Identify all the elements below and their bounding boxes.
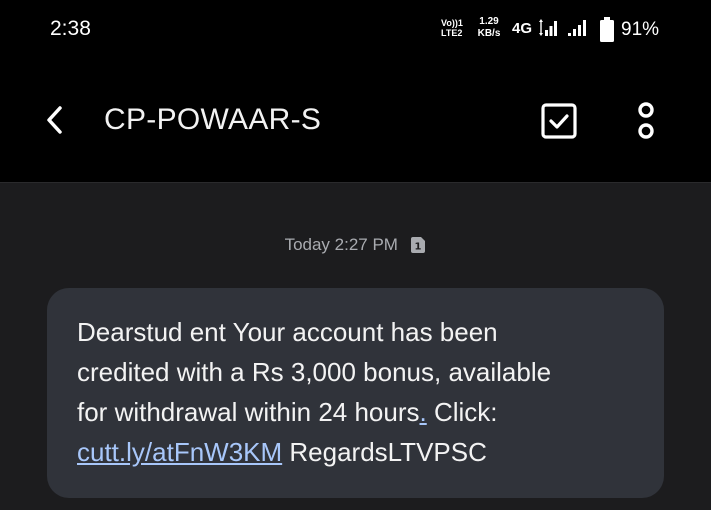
select-messages-button[interactable] (536, 98, 582, 144)
network-speed-value: 1.29 (479, 16, 499, 27)
message-bubble[interactable]: Dearstud ent Your account has been credi… (47, 288, 664, 498)
message-line-3-text: for withdrawal within 24 hours (77, 397, 420, 427)
checkbox-icon (541, 103, 577, 139)
message-line-3-tail: Click: (426, 397, 498, 427)
message-line-4: cutt.ly/atFnW3KM RegardsLTVPSC (77, 432, 634, 472)
message-line-3: for withdrawal within 24 hours. Click: (77, 392, 634, 432)
volte-indicator: Vo))1 LTE2 (441, 18, 467, 38)
message-timestamp: Today 2:27 PM (284, 235, 398, 254)
message-thread[interactable]: Today 2:27 PM 1 Dearstud ent Your accoun… (0, 182, 711, 510)
message-signature: RegardsLTVPSC (282, 437, 487, 467)
chevron-left-icon (47, 106, 62, 134)
conversation-toolbar: CP-POWAAR-S (0, 60, 711, 182)
status-bar: 2:38 Vo))1 LTE2 1.29 KB/s 4G 91% (0, 0, 711, 60)
signal-sim2-icon (568, 20, 586, 36)
status-time: 2:38 (50, 17, 91, 40)
lte-label: LTE2 (441, 28, 463, 38)
sim-card-icon: 1 (411, 237, 426, 253)
battery-icon (600, 17, 614, 42)
message-dot-link[interactable]: . (420, 397, 427, 427)
network-type: 4G (512, 20, 533, 37)
sim-badge-number: 1 (415, 242, 422, 253)
network-speed-unit: KB/s (477, 28, 501, 39)
more-vert-icon (638, 102, 654, 139)
message-url-link[interactable]: cutt.ly/atFnW3KM (77, 437, 282, 467)
signal-sim1-icon (539, 19, 557, 36)
message-line-1: Dearstud ent Your account has been (77, 317, 498, 347)
volte-label: Vo))1 (441, 18, 463, 28)
battery-percent: 91% (621, 19, 660, 40)
back-button[interactable] (36, 100, 76, 140)
more-options-button[interactable] (626, 98, 666, 144)
conversation-title: CP-POWAAR-S (104, 103, 322, 136)
message-line-2: credited with a Rs 3,000 bonus, availabl… (77, 357, 552, 387)
network-speed: 1.29 KB/s (474, 16, 504, 40)
timestamp-row: Today 2:27 PM 1 (0, 235, 711, 255)
